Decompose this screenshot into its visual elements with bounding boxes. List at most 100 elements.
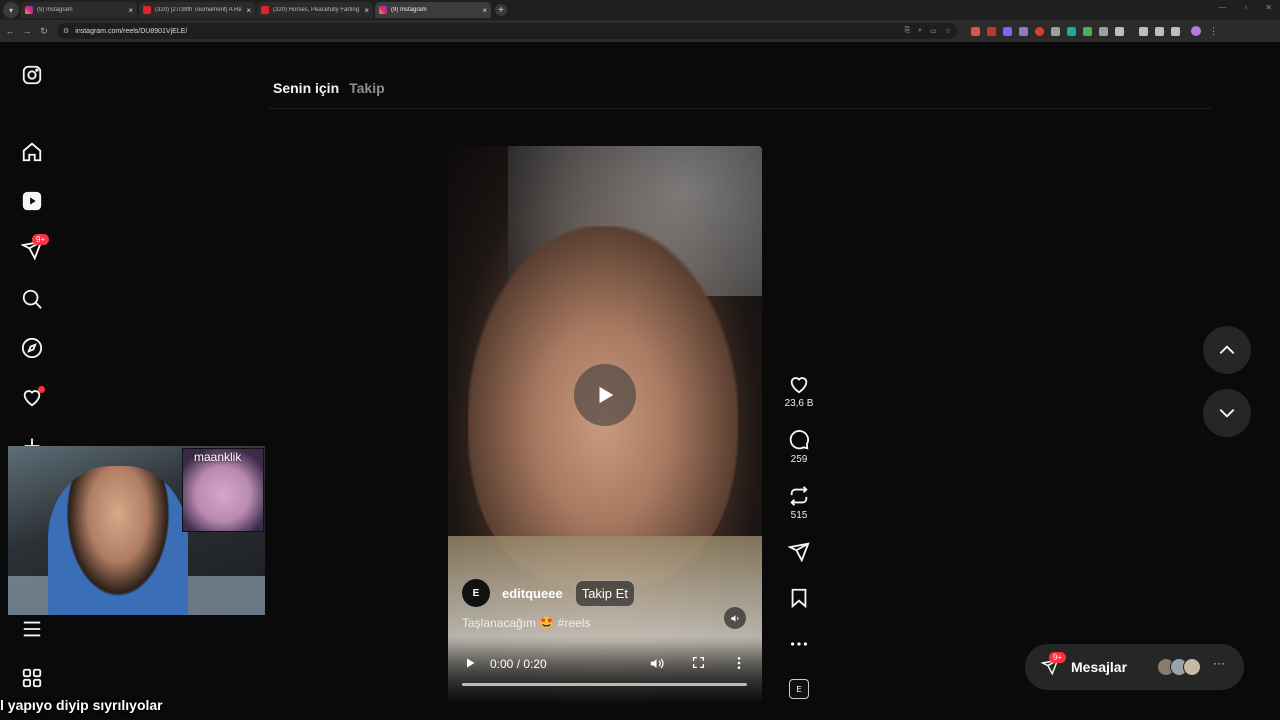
avatar bbox=[1183, 658, 1201, 676]
reel-video[interactable]: E editqueee Takip Et Taşlanacağım 🤩 #ree… bbox=[448, 146, 762, 703]
stream-subtitle: l yapıyo diyip sıyrılıyolar bbox=[0, 697, 163, 713]
close-window-icon[interactable]: ✕ bbox=[1265, 3, 1272, 12]
extension-icon[interactable] bbox=[1035, 26, 1044, 36]
instagram-icon bbox=[25, 6, 33, 14]
close-icon[interactable]: × bbox=[364, 6, 369, 15]
video-controls: 0:00 / 0:20 bbox=[448, 642, 762, 703]
site-info-icon[interactable]: ⚙ bbox=[63, 27, 69, 35]
maximize-icon[interactable]: ▫ bbox=[1244, 3, 1247, 12]
youtube-icon bbox=[261, 6, 269, 14]
close-icon[interactable]: × bbox=[246, 6, 251, 15]
extension-icon[interactable] bbox=[971, 26, 980, 36]
repost-button[interactable]: 515 bbox=[784, 485, 814, 521]
reload-icon[interactable]: ↻ bbox=[37, 26, 51, 37]
extension-icon[interactable] bbox=[1099, 26, 1108, 36]
instagram-page: 9+ Senin için Takip E editqueee Takip Et… bbox=[0, 42, 1280, 720]
more-horizontal-icon bbox=[790, 642, 808, 646]
minimize-icon[interactable]: — bbox=[1218, 3, 1226, 12]
home-icon[interactable] bbox=[18, 138, 46, 166]
message-avatars bbox=[1157, 658, 1201, 676]
share-button[interactable] bbox=[784, 541, 814, 563]
messages-label: Mesajlar bbox=[1071, 659, 1128, 675]
reels-icon[interactable] bbox=[18, 187, 46, 215]
messages-icon[interactable]: 9+ bbox=[18, 234, 50, 264]
tab-search-button[interactable]: ▾ bbox=[3, 2, 19, 18]
bookmark-icon bbox=[791, 588, 807, 609]
more-apps-icon[interactable] bbox=[18, 664, 46, 692]
audio-avatar[interactable]: E bbox=[789, 679, 809, 699]
back-icon[interactable]: ← bbox=[3, 26, 17, 36]
youtube-icon bbox=[143, 6, 151, 14]
fullscreen-button[interactable] bbox=[692, 656, 705, 672]
play-icon bbox=[599, 386, 614, 404]
notifications-icon[interactable] bbox=[18, 383, 46, 411]
tab-title: (9) Instagram bbox=[391, 7, 427, 13]
explore-icon[interactable] bbox=[18, 334, 46, 362]
save-button[interactable] bbox=[784, 587, 814, 609]
play-button[interactable] bbox=[464, 657, 476, 672]
tab-following[interactable]: Takip bbox=[349, 80, 385, 96]
search-icon[interactable] bbox=[18, 285, 46, 313]
window-controls: — ▫ ✕ bbox=[1218, 3, 1272, 12]
messages-icon: 9+ bbox=[1041, 652, 1067, 676]
extension-icon[interactable] bbox=[987, 26, 996, 36]
instagram-logo-icon[interactable] bbox=[18, 61, 46, 89]
downloads-icon[interactable] bbox=[1139, 26, 1148, 36]
new-tab-button[interactable]: + bbox=[495, 4, 507, 16]
comment-count: 259 bbox=[790, 454, 808, 465]
menu-icon[interactable] bbox=[18, 615, 46, 643]
volume-button[interactable] bbox=[649, 656, 664, 674]
profile-avatar[interactable] bbox=[1191, 26, 1201, 36]
reel-author: E editqueee Takip Et bbox=[462, 579, 635, 607]
forward-icon[interactable]: → bbox=[20, 26, 34, 36]
translate-icon[interactable]: ⎘ bbox=[905, 27, 911, 35]
like-button[interactable]: 23,6 B bbox=[784, 373, 814, 409]
browser-tab-3[interactable]: (320) Horses, Peacefully Farting × bbox=[257, 2, 373, 18]
play-overlay-button[interactable] bbox=[574, 364, 636, 426]
chevron-down-icon bbox=[1219, 409, 1235, 418]
browser-menu-icon[interactable]: ⋮ bbox=[1209, 26, 1218, 37]
previous-reel-button[interactable] bbox=[1203, 326, 1251, 374]
heart-icon bbox=[790, 377, 808, 394]
divider bbox=[268, 108, 1212, 109]
bookmark-star-icon[interactable]: ☆ bbox=[945, 27, 951, 35]
more-options-button[interactable] bbox=[784, 633, 814, 655]
extension-icon[interactable] bbox=[1067, 26, 1076, 36]
play-icon bbox=[467, 658, 475, 668]
close-icon[interactable]: × bbox=[482, 6, 487, 15]
volume-icon bbox=[650, 658, 664, 669]
browser-tab-1[interactable]: (9) Instagram × bbox=[21, 2, 137, 18]
tab-search-icon[interactable] bbox=[1171, 26, 1180, 36]
extension-icon[interactable] bbox=[1083, 26, 1092, 36]
browser-tabstrip: ▾ (9) Instagram × (320) [27/39th Tournam… bbox=[0, 0, 1280, 20]
browser-tab-2[interactable]: (320) [27/39th Tournament] A Re × bbox=[139, 2, 255, 18]
media-icon[interactable] bbox=[1155, 26, 1164, 36]
extensions-puzzle-icon[interactable] bbox=[1115, 26, 1124, 36]
zoom-icon[interactable]: ⌕ bbox=[918, 27, 922, 35]
comment-button[interactable]: 259 bbox=[784, 429, 814, 465]
extensions-bar bbox=[971, 26, 1201, 36]
video-progress-bar[interactable] bbox=[462, 683, 747, 686]
browser-tab-4[interactable]: (9) Instagram × bbox=[375, 2, 491, 18]
cast-icon[interactable]: ▭ bbox=[930, 27, 937, 35]
share-icon bbox=[788, 542, 810, 563]
extension-icon[interactable] bbox=[1019, 26, 1028, 36]
next-reel-button[interactable] bbox=[1203, 389, 1251, 437]
reel-caption: Taşlanacağım 🤩 #reels bbox=[462, 616, 591, 630]
feed-tabs: Senin için Takip bbox=[273, 80, 385, 96]
webcam-overlay: maanklik bbox=[8, 446, 265, 615]
extension-icon[interactable] bbox=[1003, 26, 1012, 36]
video-more-button[interactable] bbox=[736, 656, 742, 673]
messages-button[interactable]: 9+ Mesajlar ··· bbox=[1025, 644, 1244, 690]
comment-icon bbox=[789, 430, 809, 450]
fullscreen-icon bbox=[692, 656, 705, 669]
author-username[interactable]: editqueee bbox=[502, 586, 563, 601]
follow-button[interactable]: Takip Et bbox=[574, 579, 635, 607]
address-bar[interactable]: ⚙ instagram.com/reels/DU8901VjELE/ ⎘ ⌕ ▭… bbox=[57, 23, 957, 39]
author-avatar[interactable]: E bbox=[462, 579, 490, 607]
close-icon[interactable]: × bbox=[128, 6, 133, 15]
like-count: 23,6 B bbox=[784, 398, 814, 409]
mute-button[interactable] bbox=[724, 607, 746, 629]
tab-for-you[interactable]: Senin için bbox=[273, 80, 339, 96]
extension-icon[interactable] bbox=[1051, 26, 1060, 36]
